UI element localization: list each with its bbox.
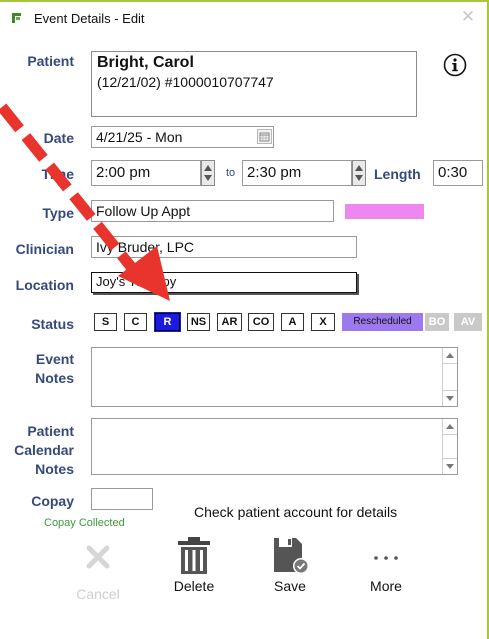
more-dots-icon [374, 556, 398, 560]
status-button-c[interactable]: C [124, 313, 147, 331]
start-time-field[interactable]: 2:00 pm [91, 160, 201, 186]
calendar-picker-button[interactable] [257, 129, 272, 144]
copay-label: Copay [31, 493, 74, 509]
status-label: Status [31, 316, 74, 332]
copay-field[interactable] [91, 488, 153, 510]
event-notes-label-line1: Event [35, 351, 74, 367]
window-title: Event Details - Edit [34, 11, 145, 26]
account-note: Check patient account for details [194, 504, 398, 520]
type-label: Type [42, 205, 74, 221]
patient-details: (12/21/02) #1000010707747 [97, 74, 274, 90]
end-time-spinner[interactable] [352, 160, 366, 186]
calendar-notes-label-line1: Patient [27, 423, 74, 439]
clinician-field[interactable]: Ivy Bruder, LPC [91, 236, 357, 258]
cancel-x-icon [86, 545, 110, 569]
status-button-s[interactable]: S [94, 313, 117, 331]
calendar-icon [259, 132, 270, 142]
patient-name: Bright, Carol [97, 54, 194, 71]
calendar-notes-scrollbar[interactable] [442, 419, 457, 474]
patient-label: Patient [27, 53, 74, 69]
calendar-notes-textarea[interactable] [91, 418, 458, 475]
date-label: Date [43, 130, 74, 146]
to-label: to [226, 167, 236, 179]
cancel-label: Cancel [76, 586, 120, 602]
trash-icon [178, 537, 210, 574]
save-button[interactable]: Save [255, 532, 325, 604]
delete-label: Delete [173, 578, 215, 594]
save-label: Save [274, 578, 306, 594]
time-label: Time [41, 166, 74, 182]
type-color-swatch [345, 204, 424, 219]
event-notes-scrollbar[interactable] [442, 348, 457, 406]
location-label: Location [15, 277, 74, 293]
delete-button[interactable]: Delete [159, 532, 229, 604]
calendar-notes-label-line2: Calendar [14, 442, 74, 458]
event-notes-label-line2: Notes [35, 370, 74, 386]
start-time-spinner[interactable] [201, 160, 215, 186]
more-label: More [370, 578, 402, 594]
clinician-label: Clinician [15, 241, 74, 257]
length-label: Length [374, 166, 421, 182]
status-button-a[interactable]: A [281, 313, 304, 331]
date-field[interactable]: 4/21/25 - Mon [91, 126, 274, 148]
save-disk-icon [274, 538, 309, 574]
status-button-r[interactable]: R [154, 312, 181, 332]
location-field[interactable]: Joy's Therapy [91, 272, 357, 293]
event-notes-textarea[interactable] [91, 347, 458, 407]
end-time-field[interactable]: 2:30 pm [242, 160, 352, 186]
info-icon[interactable] [443, 53, 467, 77]
status-button-bo[interactable]: BO [425, 313, 449, 331]
status-button-x[interactable]: X [311, 313, 335, 331]
status-button-ns[interactable]: NS [187, 313, 210, 331]
calendar-notes-label-line3: Notes [35, 461, 74, 477]
length-field[interactable]: 0:30 [433, 160, 483, 186]
copay-collected-label[interactable]: Copay Collected [44, 517, 125, 529]
status-button-co[interactable]: CO [248, 313, 274, 331]
more-button[interactable]: More [351, 532, 421, 604]
type-field[interactable]: Follow Up Appt [91, 200, 334, 222]
status-button-av[interactable]: AV [454, 313, 482, 331]
status-button-ar[interactable]: AR [217, 313, 242, 331]
rescheduled-badge[interactable]: Rescheduled [342, 313, 423, 331]
cancel-button[interactable]: Cancel [63, 540, 133, 606]
app-logo-icon [12, 13, 21, 23]
close-button[interactable]: ✕ [459, 8, 477, 26]
